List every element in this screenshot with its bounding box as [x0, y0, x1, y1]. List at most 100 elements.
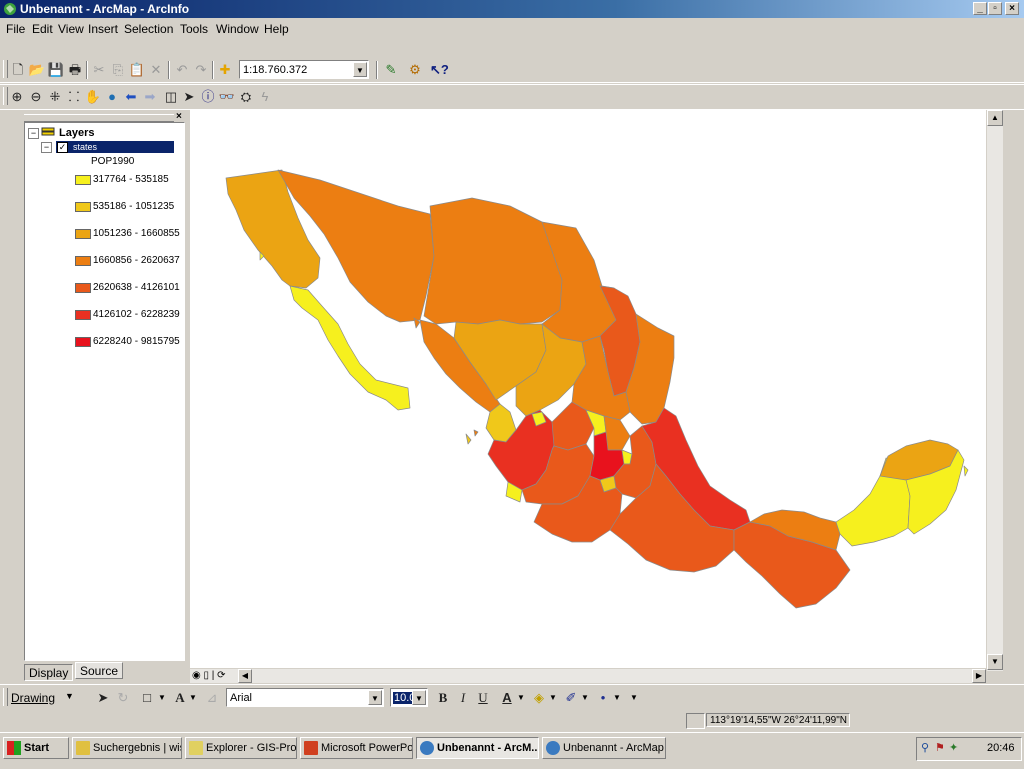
chevron-down-icon[interactable]: ▼	[65, 691, 74, 701]
full-extent-globe-icon[interactable]: ●	[103, 88, 121, 106]
font-size-combobox[interactable]: 10.0 ▼	[390, 688, 428, 707]
new-text-icon[interactable]: A	[171, 689, 189, 707]
toolbar-options-chevron-icon[interactable]: ▼	[630, 693, 638, 702]
menu-selection[interactable]: Selection	[124, 22, 173, 36]
maximize-button[interactable]: ▫	[988, 2, 1002, 15]
zoom-in-icon[interactable]: ⊕	[8, 88, 26, 106]
delete-icon[interactable]: ✕	[147, 61, 165, 79]
network-icon[interactable]: ⚲	[921, 741, 929, 754]
add-data-icon[interactable]: ✚	[216, 61, 234, 79]
font-color-icon[interactable]: A	[498, 689, 516, 707]
rectangle-icon[interactable]: □	[138, 689, 156, 707]
undo-icon[interactable]: ↶	[173, 61, 191, 79]
states-visibility-checkbox[interactable]: ✓	[57, 142, 68, 153]
line-color-icon[interactable]: ✐	[562, 689, 580, 707]
new-document-icon[interactable]: 🗋	[9, 61, 27, 79]
data-view-icon[interactable]: ◉ ▯ | ⟳	[192, 670, 226, 681]
start-button[interactable]: Start	[3, 737, 69, 759]
legend-swatch[interactable]	[75, 310, 91, 320]
scale-combobox[interactable]: 1:18.760.372 ▼	[239, 60, 369, 79]
map-horizontal-scrollbar[interactable]: ◉ ▯ | ⟳ ◀ ▶	[190, 669, 986, 683]
menu-edit[interactable]: Edit	[32, 22, 53, 36]
minimize-button[interactable]: _	[973, 2, 987, 15]
bold-icon[interactable]: B	[434, 689, 452, 707]
fixed-zoom-out-icon[interactable]: ⸬	[65, 88, 83, 106]
font-name-combobox[interactable]: Arial ▼	[226, 688, 384, 707]
forward-arrow-icon[interactable]: ➡	[141, 88, 159, 106]
toc-close-icon[interactable]: ×	[176, 111, 182, 122]
save-icon[interactable]: 💾	[47, 61, 65, 79]
chevron-down-icon[interactable]: ▼	[517, 693, 525, 702]
whats-this-help-icon[interactable]: ↖?	[430, 61, 449, 79]
select-elements-arrow-icon[interactable]: ➤	[180, 88, 198, 106]
legend-swatch[interactable]	[75, 229, 91, 239]
menu-view[interactable]: View	[58, 22, 84, 36]
edit-vertices-icon[interactable]: ⊿	[203, 689, 221, 707]
pan-hand-icon[interactable]: ✋	[84, 88, 102, 106]
underline-icon[interactable]: U	[474, 689, 492, 707]
legend-swatch[interactable]	[75, 175, 91, 185]
italic-icon[interactable]: I	[454, 689, 472, 707]
tray-app-icon[interactable]: ⚑	[935, 741, 945, 754]
measure-icon[interactable]: ⛭	[237, 88, 255, 106]
back-arrow-icon[interactable]: ⬅	[122, 88, 140, 106]
print-icon[interactable]: 🖶	[66, 61, 84, 79]
fill-color-icon[interactable]: ◈	[530, 689, 548, 707]
mexico-states-map[interactable]	[190, 110, 986, 668]
close-button[interactable]: ×	[1005, 2, 1019, 15]
hyperlink-bolt-icon[interactable]: ϟ	[256, 88, 274, 106]
chevron-down-icon[interactable]: ▼	[549, 693, 557, 702]
map-vertical-scrollbar[interactable]: ▲ ▼	[987, 110, 1003, 671]
toolbar-grip[interactable]	[3, 688, 8, 706]
menu-tools[interactable]: Tools	[180, 22, 208, 36]
collapse-layers-toggle[interactable]: −	[28, 128, 39, 139]
fixed-zoom-in-icon[interactable]: ⁜	[46, 88, 64, 106]
marker-color-icon[interactable]: •	[594, 689, 612, 707]
drawing-menu[interactable]: Drawing	[11, 691, 55, 705]
tab-source[interactable]: Source	[75, 662, 124, 679]
zoom-out-icon[interactable]: ⊖	[27, 88, 45, 106]
taskbar-item[interactable]: Explorer - GIS-Prose...	[185, 737, 297, 759]
legend-swatch[interactable]	[75, 202, 91, 212]
legend-swatch[interactable]	[75, 256, 91, 266]
layers-root-label[interactable]: Layers	[59, 127, 94, 139]
find-binoculars-icon[interactable]: 👓	[218, 88, 236, 106]
map-view[interactable]	[190, 110, 986, 668]
taskbar-item[interactable]: Suchergebnis | wisse...	[72, 737, 182, 759]
chevron-down-icon[interactable]: ▼	[158, 693, 166, 702]
chevron-down-icon[interactable]: ▼	[189, 693, 197, 702]
open-folder-icon[interactable]: 📂	[28, 61, 46, 79]
collapse-states-toggle[interactable]: −	[41, 142, 52, 153]
paste-icon[interactable]: 📋	[128, 61, 146, 79]
scroll-up-icon[interactable]: ▲	[987, 110, 1003, 126]
chevron-down-icon[interactable]: ▼	[368, 690, 382, 705]
chevron-down-icon[interactable]: ▼	[613, 693, 621, 702]
menu-help[interactable]: Help	[264, 22, 289, 36]
legend-swatch[interactable]	[75, 283, 91, 293]
cut-icon[interactable]: ✂	[90, 61, 108, 79]
editor-toolbar-icon[interactable]: ✎	[382, 61, 400, 79]
menu-file[interactable]: File	[6, 22, 25, 36]
copy-icon[interactable]: ⎘	[109, 61, 127, 79]
tab-display[interactable]: Display	[24, 664, 74, 681]
chevron-down-icon[interactable]: ▼	[581, 693, 589, 702]
clock[interactable]: 20:46	[987, 742, 1015, 754]
scroll-left-icon[interactable]: ◀	[238, 669, 252, 683]
antivirus-icon[interactable]: ✦	[949, 741, 958, 754]
chevron-down-icon[interactable]: ▼	[353, 62, 367, 77]
scroll-down-icon[interactable]: ▼	[987, 654, 1003, 670]
toc-titlebar[interactable]	[24, 114, 174, 122]
title-bar[interactable]: Unbenannt - ArcMap - ArcInfo _ ▫ ×	[0, 0, 1024, 18]
legend-swatch[interactable]	[75, 337, 91, 347]
redo-icon[interactable]: ↷	[192, 61, 210, 79]
select-features-icon[interactable]: ◫	[162, 88, 180, 106]
toolbar-grip[interactable]	[3, 60, 8, 78]
menu-insert[interactable]: Insert	[88, 22, 118, 36]
taskbar-item[interactable]: Unbenannt - ArcMap ...	[542, 737, 666, 759]
rotate-icon[interactable]: ↻	[114, 689, 132, 707]
select-elements-arrow-icon[interactable]: ➤	[94, 689, 112, 707]
scroll-right-icon[interactable]: ▶	[972, 669, 986, 683]
chevron-down-icon[interactable]: ▼	[412, 690, 426, 705]
taskbar-item[interactable]: Microsoft PowerPoint...	[300, 737, 413, 759]
taskbar-item[interactable]: Unbenannt - ArcM...	[416, 737, 539, 759]
